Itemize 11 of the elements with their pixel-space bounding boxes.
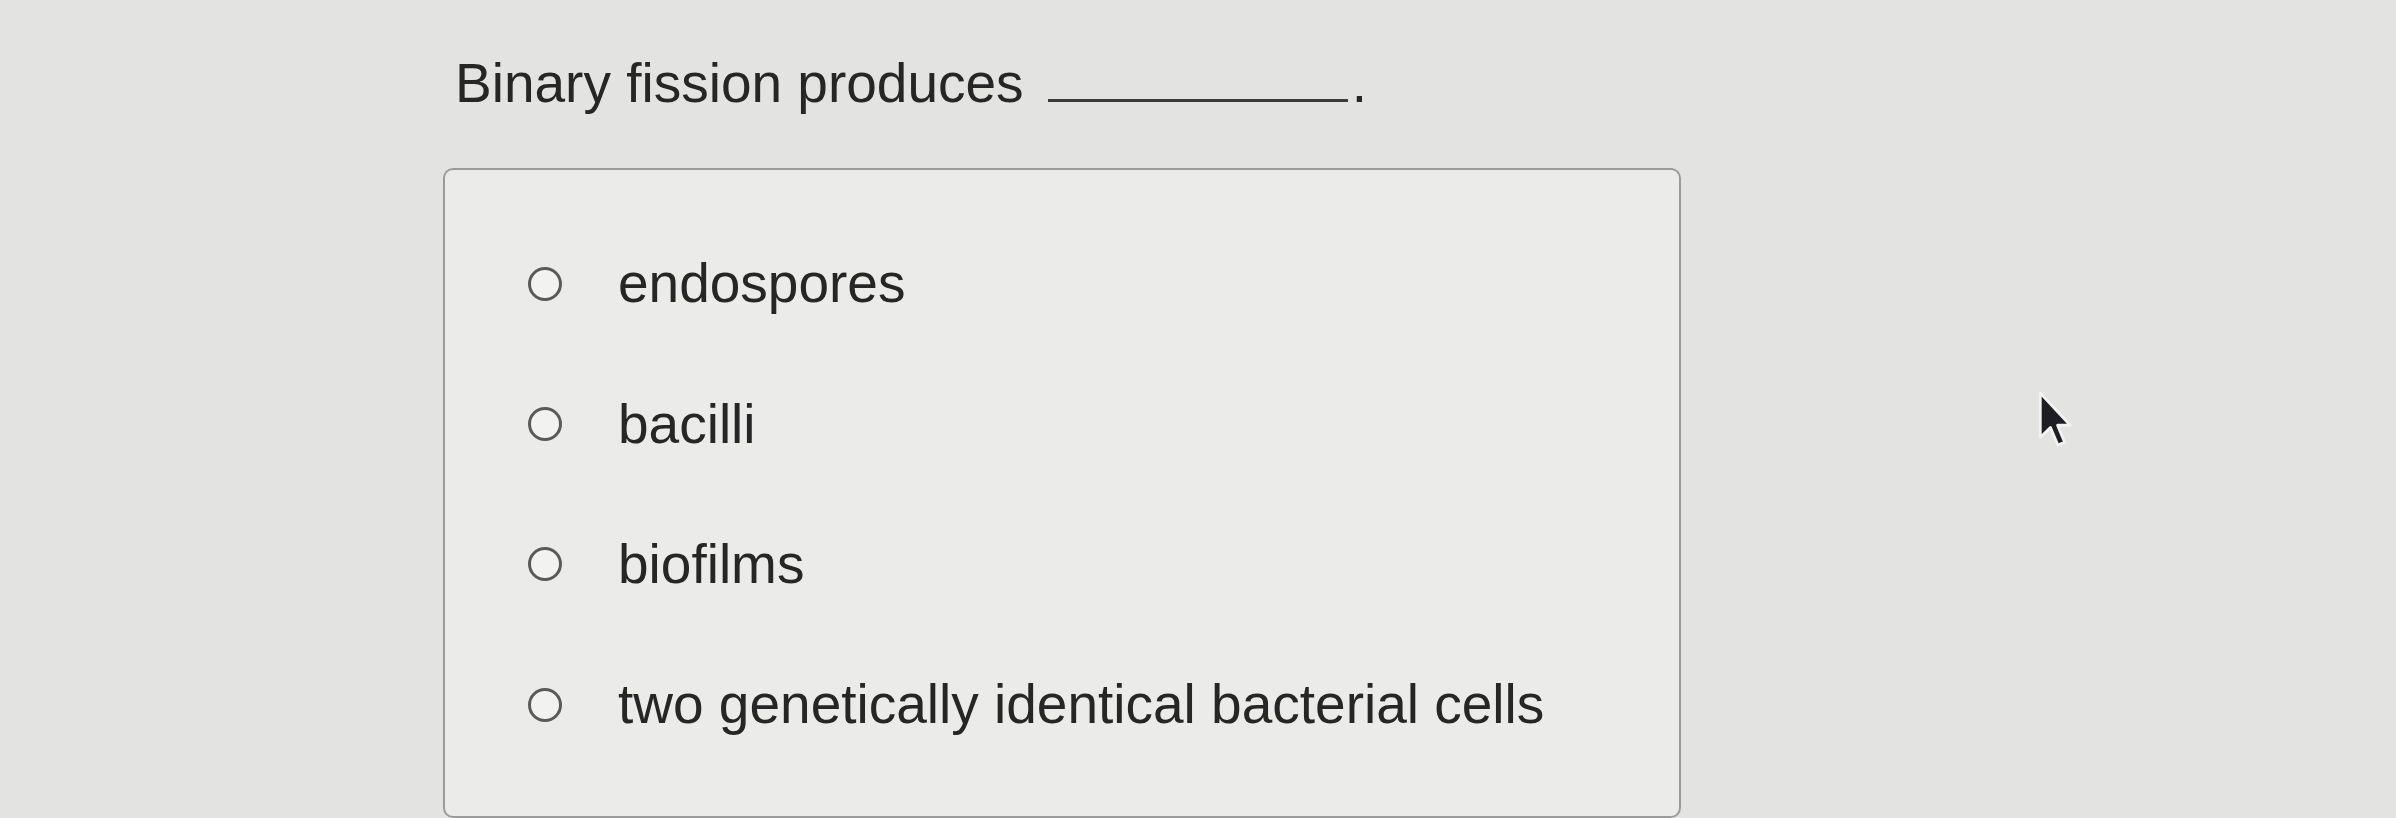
pointer-icon xyxy=(2038,390,2072,448)
question-period: . xyxy=(1351,52,1367,116)
radio-button[interactable] xyxy=(528,266,562,301)
question-text: Binary fission produces xyxy=(455,52,1024,116)
radio-button[interactable] xyxy=(528,407,562,442)
option-label: two genetically identical bacterial cells xyxy=(618,673,1545,737)
option-label: endospores xyxy=(618,252,906,316)
option-label: bacilli xyxy=(618,392,756,456)
radio-button[interactable] xyxy=(528,547,562,582)
option-label: biofilms xyxy=(618,532,805,596)
radio-button[interactable] xyxy=(528,687,562,722)
